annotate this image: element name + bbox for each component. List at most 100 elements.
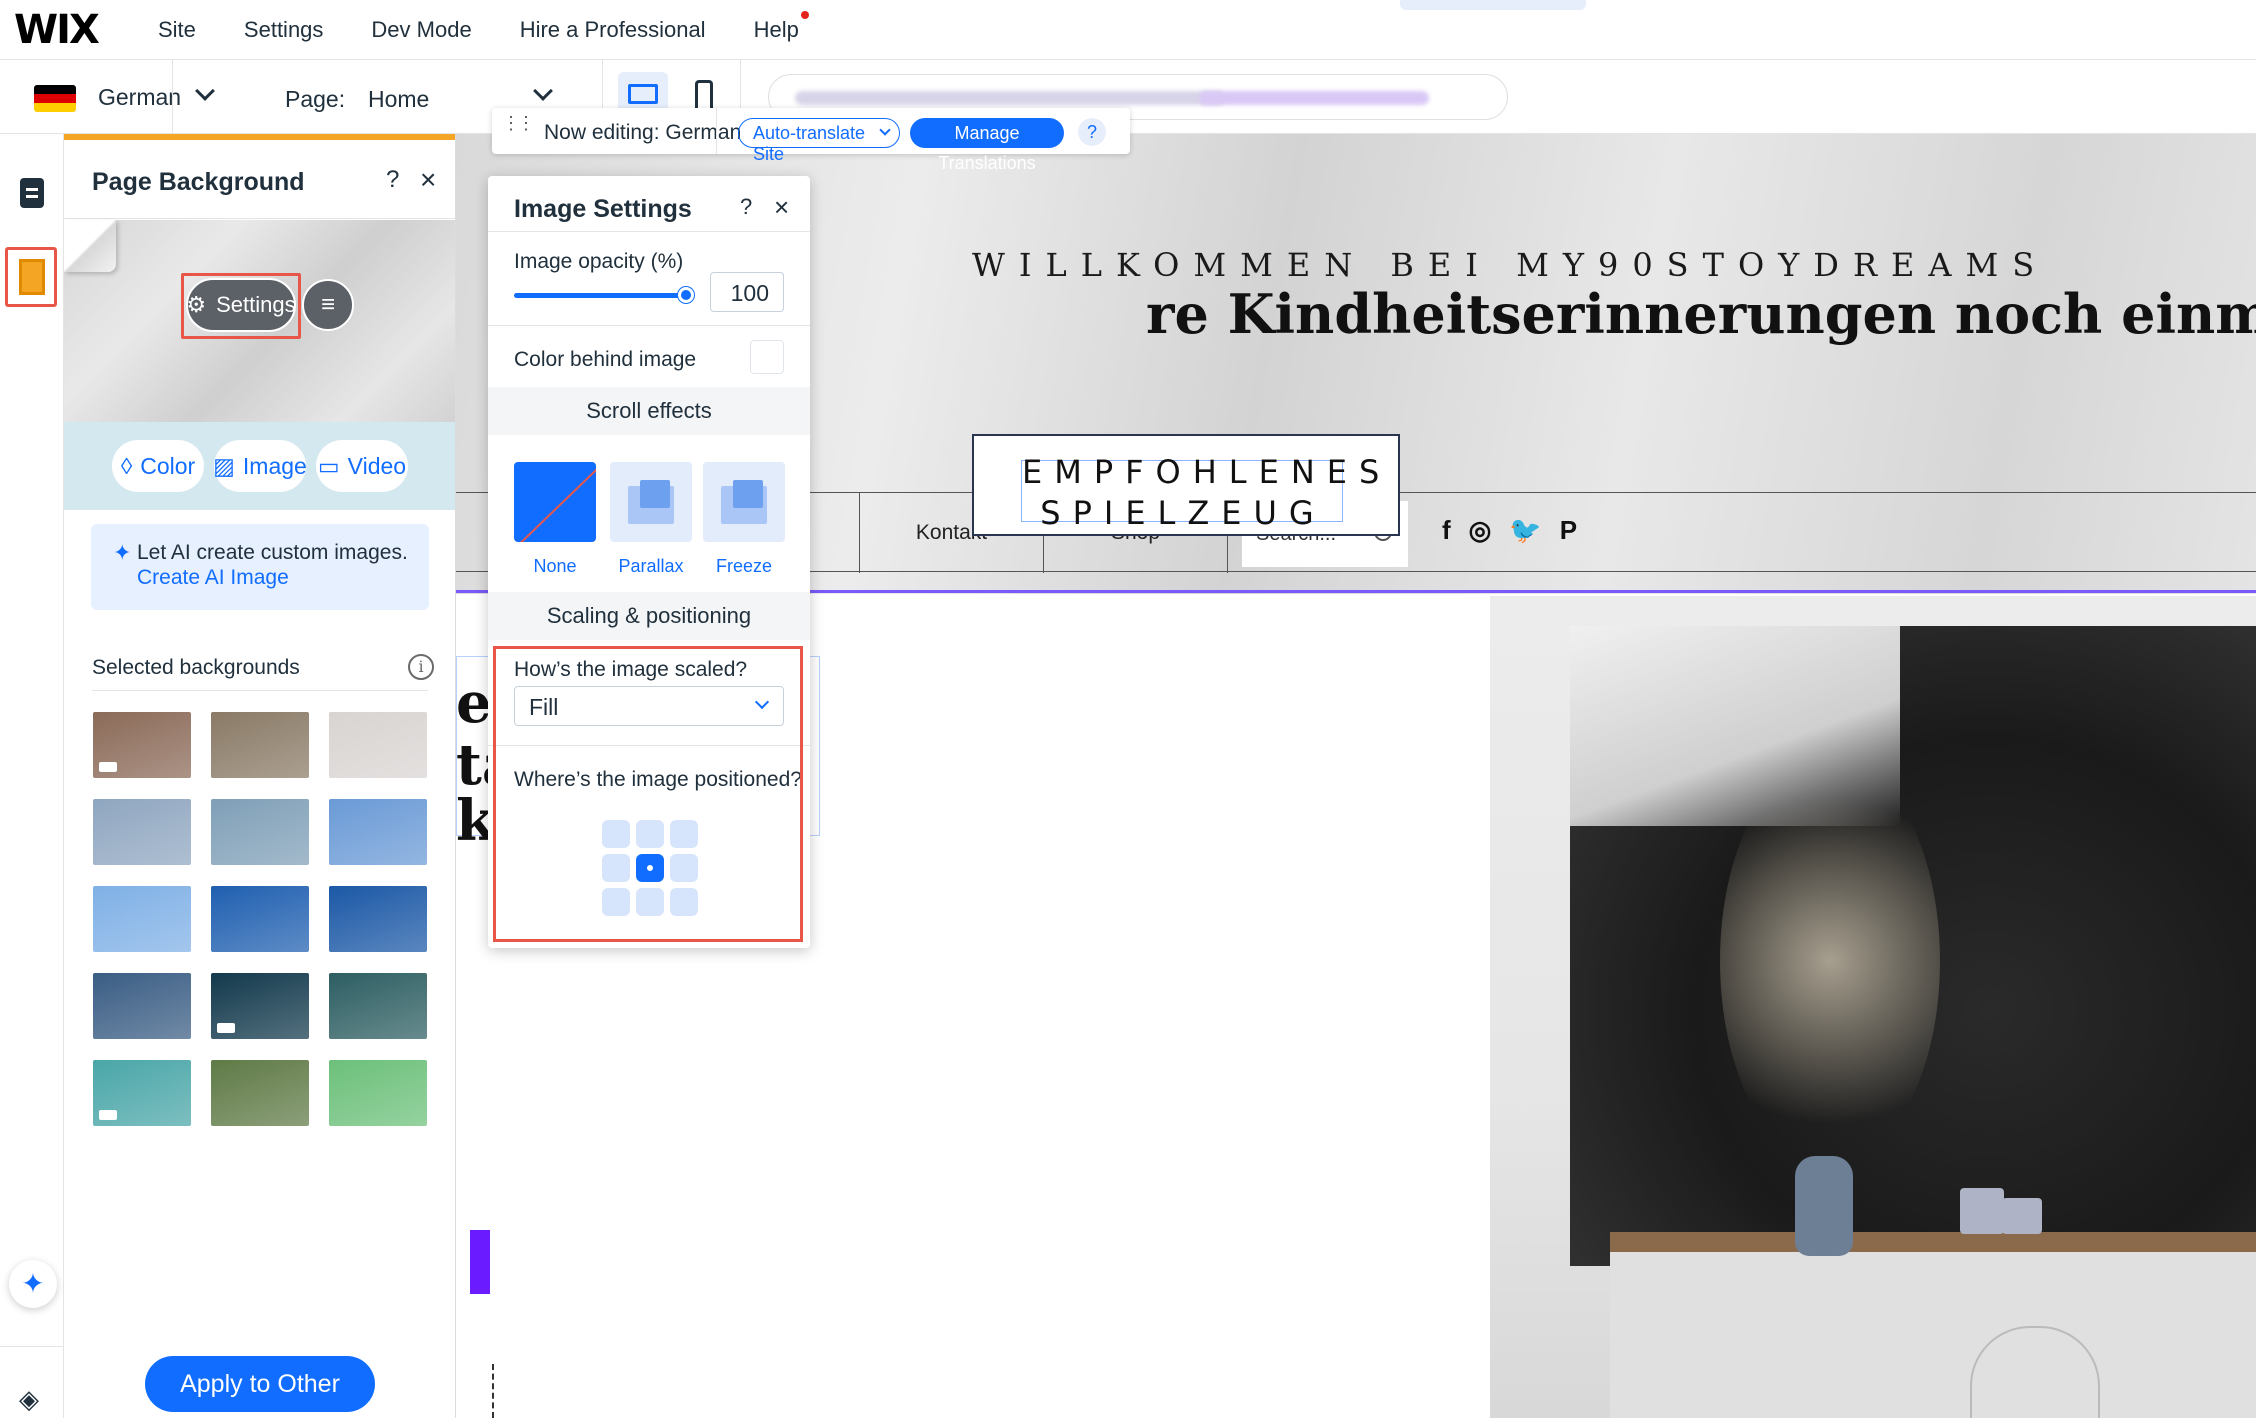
menu-site[interactable]: Site	[158, 17, 196, 43]
image-settings-close[interactable]: ×	[774, 192, 789, 223]
page-chevron-down-icon[interactable]	[533, 81, 553, 101]
panel-body: ✦ Let AI create custom images. Create AI…	[64, 298, 455, 1418]
menu-help[interactable]: Help	[754, 10, 809, 43]
background-thumbnail[interactable]	[93, 799, 191, 865]
blue-vase	[1795, 1156, 1853, 1256]
create-ai-image-link[interactable]: Create AI Image	[137, 566, 289, 590]
background-thumbnail[interactable]	[329, 799, 427, 865]
instagram-icon[interactable]: ◎	[1469, 515, 1492, 546]
cabinet	[1610, 1252, 2256, 1418]
facebook-icon[interactable]: f	[1442, 515, 1451, 546]
freeze-icon-layer	[733, 480, 763, 508]
divider	[0, 1346, 64, 1347]
apply-to-other-pages-button[interactable]: Apply to Other Pages	[145, 1356, 375, 1412]
sparkle-icon: ✦	[113, 540, 132, 565]
twitter-icon[interactable]: 🐦	[1509, 515, 1541, 546]
top-menu: Site Settings Dev Mode Hire a Profession…	[158, 10, 809, 43]
divider	[64, 218, 455, 219]
divider	[92, 690, 428, 691]
menu-hire-professional[interactable]: Hire a Professional	[520, 17, 706, 43]
scaling-positioning-header: Scaling & positioning	[488, 592, 810, 640]
effect-parallax-label[interactable]: Parallax	[610, 556, 692, 577]
top-tab-handle[interactable]	[1400, 0, 1586, 10]
opacity-slider-handle[interactable]	[678, 287, 694, 303]
auto-translate-button[interactable]: Auto-translate Site	[738, 118, 900, 164]
color-behind-swatch[interactable]	[750, 340, 784, 374]
info-icon[interactable]: i	[408, 654, 434, 680]
selected-backgrounds-label: Selected backgrounds	[92, 656, 300, 679]
opacity-slider-track[interactable]	[514, 293, 688, 298]
divider	[716, 108, 717, 154]
page-curl-decoration	[64, 220, 116, 272]
page-selector[interactable]: Home	[368, 86, 429, 113]
video-camera-icon	[217, 1023, 235, 1033]
effect-parallax-option[interactable]	[610, 462, 692, 542]
scroll-effects-header: Scroll effects	[488, 387, 810, 435]
color-behind-label: Color behind image	[514, 348, 697, 371]
blurred-url	[795, 91, 1225, 105]
now-editing-label: Now editing: German	[544, 121, 742, 144]
notification-dot	[800, 10, 809, 19]
guide-line	[492, 1364, 494, 1418]
effect-none-option[interactable]	[514, 462, 596, 542]
layers-icon[interactable]: ◈	[19, 1384, 39, 1415]
purple-button-fragment[interactable]	[470, 1230, 490, 1294]
opacity-input[interactable]: 100	[710, 272, 784, 312]
german-flag-icon	[34, 85, 76, 112]
blurred-connect-domain	[1199, 91, 1429, 105]
background-thumbnail[interactable]	[211, 973, 309, 1039]
ai-assistant-icon[interactable]: ✦	[9, 1260, 57, 1308]
background-thumbnail[interactable]	[93, 712, 191, 778]
background-thumbnail[interactable]	[329, 973, 427, 1039]
background-thumbnail[interactable]	[329, 712, 427, 778]
pages-icon[interactable]	[20, 178, 44, 208]
panel-close-button[interactable]: ×	[420, 164, 436, 196]
background-thumbnail[interactable]	[329, 886, 427, 952]
background-thumbnail[interactable]	[211, 886, 309, 952]
language-toolbar: ⋮⋮ Now editing: German Auto-translate Si…	[492, 108, 1130, 173]
pinterest-icon[interactable]: P	[1560, 515, 1577, 546]
background-thumbnail[interactable]	[93, 1060, 191, 1126]
drag-handle-icon[interactable]: ⋮⋮	[502, 114, 535, 132]
background-thumbnail[interactable]	[93, 886, 191, 952]
video-camera-icon	[99, 762, 117, 772]
effect-none-label[interactable]: None	[514, 556, 596, 577]
chevron-down-icon	[879, 124, 891, 136]
divider	[488, 231, 810, 232]
page-background-rail-button[interactable]	[5, 247, 57, 307]
dried-flowers	[1720, 756, 1940, 1166]
top-bar: WIX Site Settings Dev Mode Hire a Profes…	[0, 0, 2256, 60]
social-icons: f ◎ 🐦 P	[1442, 515, 1577, 546]
effect-freeze-label[interactable]: Freeze	[703, 556, 785, 577]
divider	[172, 60, 173, 134]
panel-accent-bar	[64, 134, 455, 140]
image-settings-title: Image Settings	[514, 195, 692, 223]
page-label: Page:	[285, 86, 346, 112]
left-rail: ✦ ◈	[0, 134, 64, 1418]
effect-freeze-option[interactable]	[703, 462, 785, 542]
wood-shelf	[1610, 1232, 2256, 1252]
language-chevron-down-icon[interactable]	[195, 81, 215, 101]
image-settings-help[interactable]: ?	[740, 194, 752, 220]
background-thumbnail[interactable]	[211, 1060, 309, 1126]
background-thumbnail[interactable]	[211, 799, 309, 865]
wix-logo[interactable]: WIX	[14, 7, 144, 53]
divider	[488, 325, 810, 326]
panel-help-button[interactable]: ?	[386, 166, 399, 194]
language-selector[interactable]: German	[98, 84, 181, 111]
interior-photo[interactable]	[1490, 596, 2256, 1418]
candle	[2002, 1198, 2042, 1234]
menu-settings[interactable]: Settings	[244, 17, 324, 43]
help-icon[interactable]: ?	[1078, 118, 1106, 146]
background-thumbnail[interactable]	[329, 1060, 427, 1126]
background-thumbnail[interactable]	[211, 712, 309, 778]
page-background-icon	[19, 259, 45, 295]
background-thumbnail[interactable]	[93, 973, 191, 1039]
opacity-label: Image opacity (%)	[514, 250, 684, 273]
parallax-icon-layer	[640, 480, 670, 508]
manage-translations-button[interactable]: Manage Translations	[910, 118, 1064, 173]
featured-text[interactable]: EMPFOHLENES SPIELZEUG	[1022, 452, 1379, 534]
site-headline[interactable]: re Kindheitserinnerungen noch einmal	[1146, 282, 2256, 346]
menu-dev-mode[interactable]: Dev Mode	[371, 17, 471, 43]
site-welcome-text[interactable]: WILLKOMMEN BEI MY90STOYDREAMS	[972, 246, 2048, 284]
